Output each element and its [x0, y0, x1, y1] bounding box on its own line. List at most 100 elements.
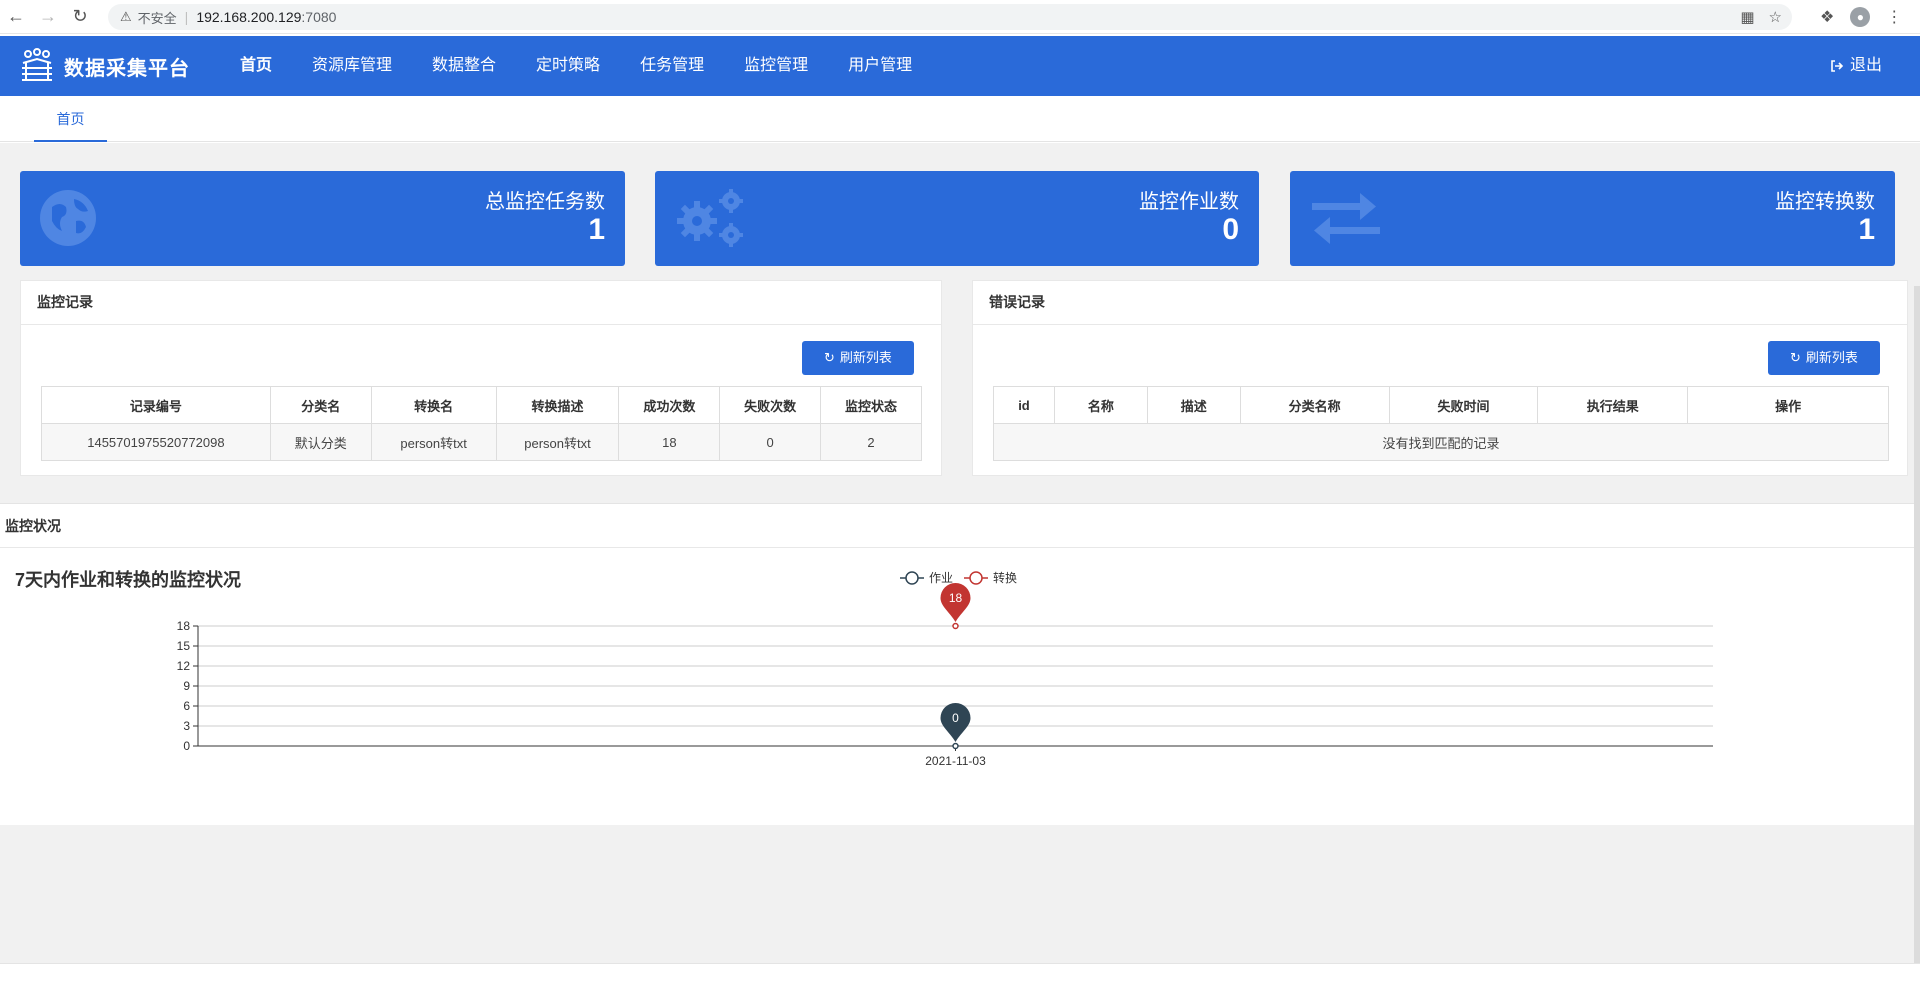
menu-item-schedule-strategy[interactable]: 定时策略: [516, 36, 620, 96]
table-cell: person转txt: [495, 423, 620, 461]
y-tick-label: 0: [183, 739, 190, 753]
refresh-label: 刷新列表: [839, 350, 892, 365]
menu-item-user-management[interactable]: 用户管理: [828, 36, 932, 96]
table-header-row: id 名称 描述 分类名称 失败时间 执行结果 操作: [993, 386, 1889, 424]
page-scrollbar[interactable]: [1914, 286, 1920, 966]
stat-label: 总监控任务数: [485, 191, 605, 213]
y-tick-label: 15: [177, 639, 191, 653]
main-content: 总监控任务数 1 监控作业数 0 监控转换数 1 监控记录 ↻ 刷新列表 记录编…: [0, 143, 1920, 966]
url-host: 192.168.200.129: [196, 9, 302, 25]
globe-icon: [40, 190, 96, 246]
column-header[interactable]: 失败时间: [1388, 386, 1539, 424]
column-header[interactable]: 执行结果: [1537, 386, 1689, 424]
page-bottom-strip: [0, 963, 1920, 1003]
reload-icon[interactable]: ↻: [64, 0, 96, 34]
stat-value: 1: [1858, 213, 1875, 246]
menu-item-monitor-management[interactable]: 监控管理: [724, 36, 828, 96]
refresh-icon: ↻: [1790, 350, 1801, 365]
column-header[interactable]: 分类名称: [1239, 386, 1390, 424]
legend-label: 转换: [993, 570, 1017, 585]
legend-label: 作业: [929, 571, 953, 585]
browser-menu-icon[interactable]: ⋮: [1886, 7, 1902, 27]
stat-card-monitor-transforms: 监控转换数 1: [1290, 171, 1895, 266]
y-tick-label: 9: [183, 679, 190, 693]
back-arrow-icon[interactable]: ←: [0, 0, 32, 34]
column-header[interactable]: 分类名: [269, 386, 372, 424]
refresh-icon: ↻: [824, 350, 835, 365]
y-tick-label: 18: [177, 619, 191, 633]
warning-triangle-icon: ⚠: [120, 9, 132, 24]
address-separator: |: [184, 9, 189, 25]
table-cell: 默认分类: [269, 423, 372, 461]
monitor-status-title: 监控状况: [0, 504, 1914, 548]
column-header[interactable]: id: [993, 386, 1055, 424]
bookmark-star-icon[interactable]: ☆: [1769, 8, 1782, 26]
error-refresh-button[interactable]: ↻ 刷新列表: [1768, 341, 1880, 375]
extensions-puzzle-icon[interactable]: ❖: [1820, 7, 1834, 27]
column-header[interactable]: 成功次数: [618, 386, 721, 424]
column-header[interactable]: 描述: [1146, 386, 1241, 424]
stat-card-total-tasks: 总监控任务数 1: [20, 171, 625, 266]
error-records-table: id 名称 描述 分类名称 失败时间 执行结果 操作 没有找到匹配的记录: [993, 386, 1889, 461]
qr-code-icon[interactable]: ▦: [1740, 8, 1754, 26]
platform-logo-icon: [22, 48, 52, 81]
tab-bar: 首页: [0, 96, 1920, 142]
y-tick-label: 12: [177, 659, 191, 673]
column-header[interactable]: 转换名: [370, 386, 497, 424]
column-header[interactable]: 监控状态: [820, 386, 922, 424]
table-cell: 0: [719, 423, 822, 461]
url-port: :7080: [301, 9, 337, 25]
monitor-records-title: 监控记录: [21, 281, 941, 325]
refresh-label: 刷新列表: [1805, 350, 1858, 365]
monitor-line-chart: 0 3 6 9 12 15 18 2021-11-03 0 18 作业 转换: [177, 570, 1713, 768]
column-header[interactable]: 记录编号: [41, 386, 271, 424]
column-header[interactable]: 操作: [1687, 386, 1889, 424]
empty-message: 没有找到匹配的记录: [993, 423, 1889, 461]
stat-value: 0: [1222, 213, 1239, 246]
legend-marker: [969, 571, 983, 585]
error-records-title: 错误记录: [973, 281, 1907, 325]
app-header: 数据采集平台 首页 资源库管理 数据整合 定时策略 任务管理 监控管理 用户管理…: [0, 36, 1920, 96]
stat-card-monitor-jobs: 监控作业数 0: [655, 171, 1259, 266]
address-bar[interactable]: ⚠ 不安全 | 192.168.200.129:7080 ▦ ☆: [108, 4, 1792, 30]
menu-item-resource-library[interactable]: 资源库管理: [292, 36, 412, 96]
stat-value: 1: [588, 213, 605, 246]
exchange-icon: [1312, 193, 1380, 244]
browser-toolbar: ← → ↻ ⚠ 不安全 | 192.168.200.129:7080 ▦ ☆ ❖…: [0, 0, 1920, 34]
logout-label: 退出: [1849, 57, 1882, 74]
x-tick-label: 2021-11-03: [925, 754, 986, 768]
table-header-row: 记录编号 分类名 转换名 转换描述 成功次数 失败次数 监控状态: [41, 386, 922, 424]
logout-button[interactable]: 退出: [1830, 36, 1882, 96]
main-menu: 首页 资源库管理 数据整合 定时策略 任务管理 监控管理 用户管理: [220, 36, 932, 96]
monitor-records-panel: 监控记录 ↻ 刷新列表 记录编号 分类名 转换名 转换描述 成功次数 失败次数 …: [20, 280, 942, 476]
data-point: [952, 742, 959, 750]
data-label: 18: [949, 591, 963, 605]
table-cell: 2: [820, 423, 922, 461]
table-cell: 18: [618, 423, 721, 461]
sign-out-icon: [1831, 60, 1844, 72]
stat-label: 监控作业数: [1139, 191, 1239, 213]
forward-arrow-icon[interactable]: →: [32, 0, 64, 34]
error-records-panel: 错误记录 ↻ 刷新列表 id 名称 描述 分类名称 失败时间 执行结果 操作 没…: [972, 280, 1908, 476]
column-header[interactable]: 失败次数: [719, 386, 822, 424]
table-row[interactable]: 1455701975520772098 默认分类 person转txt pers…: [41, 423, 922, 461]
column-header[interactable]: 转换描述: [495, 386, 620, 424]
profile-avatar-icon[interactable]: ●: [1850, 7, 1871, 27]
monitor-status-panel: 监控状况 7天内作业和转换的监控状况 0 3 6 9 12 15 18 2021-11-03 0…: [0, 503, 1914, 825]
tab-home[interactable]: 首页: [34, 96, 107, 142]
monitor-records-table: 记录编号 分类名 转换名 转换描述 成功次数 失败次数 监控状态 1455701…: [41, 386, 922, 461]
data-point: [952, 622, 959, 630]
gears-icon: [677, 189, 743, 247]
app-title: 数据采集平台: [64, 57, 190, 80]
y-tick-label: 6: [183, 699, 190, 713]
brand[interactable]: 数据采集平台: [18, 36, 190, 96]
data-label: 0: [952, 711, 959, 725]
menu-item-task-management[interactable]: 任务管理: [620, 36, 724, 96]
insecure-label: 不安全: [137, 10, 177, 26]
column-header[interactable]: 名称: [1053, 386, 1148, 424]
stat-label: 监控转换数: [1775, 191, 1875, 213]
monitor-refresh-button[interactable]: ↻ 刷新列表: [802, 341, 914, 375]
table-empty-row: 没有找到匹配的记录: [993, 423, 1889, 461]
menu-item-home[interactable]: 首页: [220, 36, 292, 96]
menu-item-data-integration[interactable]: 数据整合: [412, 36, 516, 96]
